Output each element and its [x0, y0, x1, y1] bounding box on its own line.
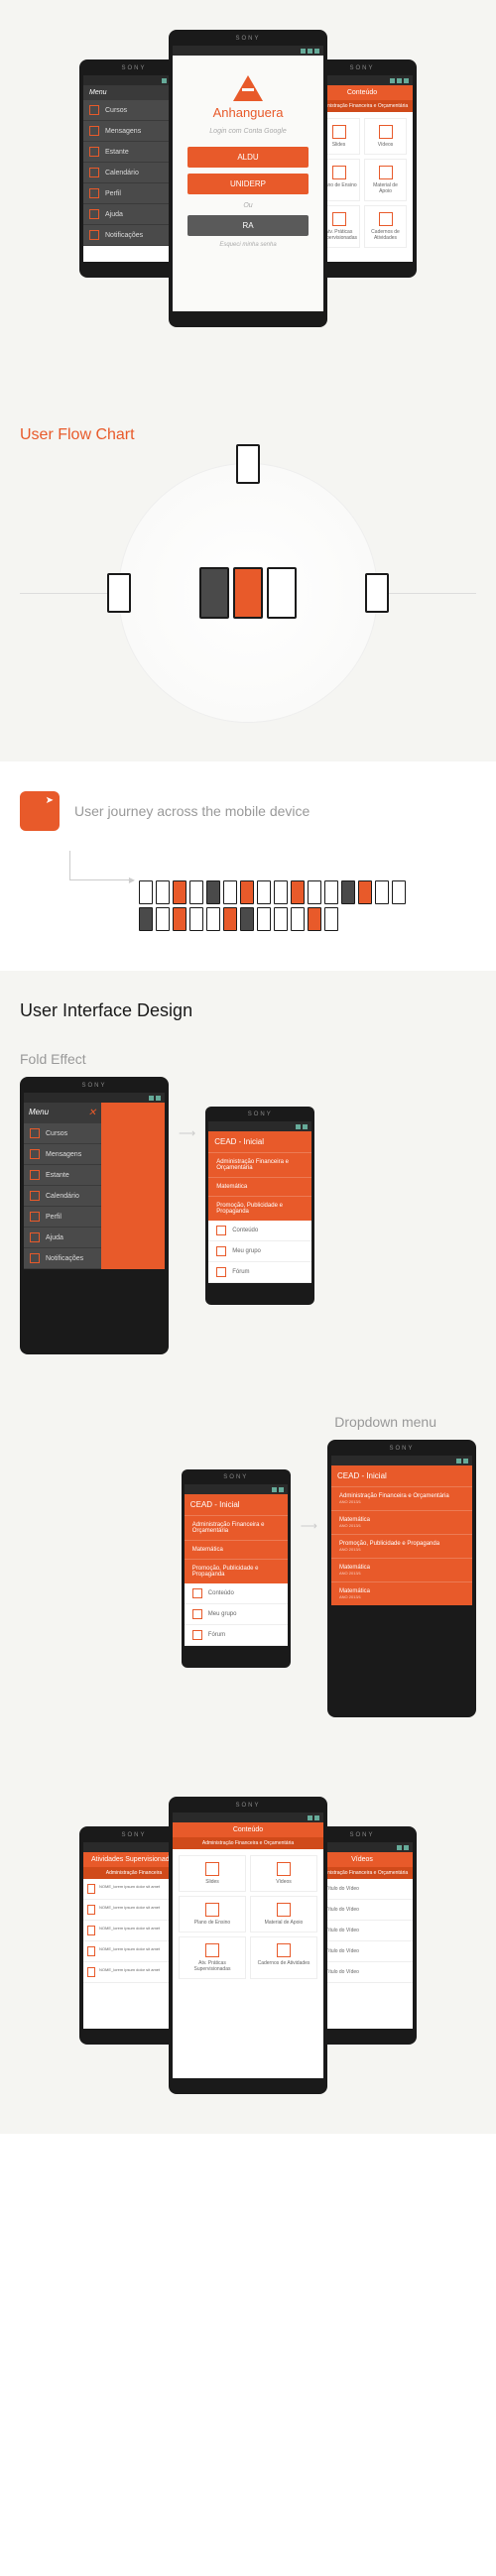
- dropdown-label: Dropdown menu: [20, 1414, 436, 1430]
- notebooks-icon: [379, 212, 393, 226]
- phone-brand: SONY: [173, 36, 323, 42]
- flow-center: [199, 567, 297, 619]
- dd-item[interactable]: MatemáticaANO 2013/1: [331, 1510, 472, 1534]
- phone-dropdown-small: SONY CEAD - Inicial Administração Financ…: [182, 1469, 291, 1668]
- white-row[interactable]: Fórum: [185, 1625, 288, 1646]
- arrow-icon: ⟶: [179, 1126, 195, 1140]
- ui-section: User Interface Design Fold Effect SONY M…: [0, 971, 496, 1777]
- videos-icon: [379, 125, 393, 139]
- ui-title: User Interface Design: [20, 1000, 476, 1021]
- help-icon: [89, 209, 99, 219]
- profile-icon: [89, 188, 99, 198]
- flow-circle: [119, 464, 377, 722]
- flow-thumb: [236, 444, 260, 484]
- dd-item[interactable]: Matemática: [185, 1540, 288, 1559]
- phone-content-center: SONY Conteúdo Administração Financeira e…: [169, 1797, 327, 2094]
- content-title: Conteúdo: [173, 1822, 323, 1837]
- tile-atv[interactable]: Atv. Práticas Supervisionadas: [179, 1936, 246, 1979]
- phone-fold-small: SONY CEAD - Inicial Administração Financ…: [205, 1107, 314, 1305]
- dd-item[interactable]: MatemáticaANO 2013/1: [331, 1558, 472, 1581]
- white-row[interactable]: Fórum: [208, 1262, 311, 1283]
- journey-title: User journey across the mobile device: [74, 802, 310, 820]
- dd-item[interactable]: Matemática: [208, 1177, 311, 1196]
- flow-section: User Flow Chart: [0, 397, 496, 761]
- tile-cadernos[interactable]: Cadernos de Atividades: [250, 1936, 317, 1979]
- doc-icon: [87, 1884, 95, 1894]
- login-ra-button[interactable]: RA: [187, 215, 309, 236]
- white-row[interactable]: Conteúdo: [208, 1221, 311, 1241]
- menu-item[interactable]: Ajuda: [24, 1228, 101, 1248]
- shelf-icon: [89, 147, 99, 157]
- menu-item[interactable]: Cursos: [24, 1123, 101, 1144]
- fold-row: SONY Menu✕ Cursos Mensagens Estante Cale…: [20, 1077, 476, 1354]
- journey-arrow: [69, 851, 129, 880]
- dd-item[interactable]: Promoção, Publicidade e Propaganda: [185, 1559, 288, 1583]
- phone-fold-large: SONY Menu✕ Cursos Mensagens Estante Cale…: [20, 1077, 169, 1354]
- dd-item[interactable]: Administração Financeira e OrçamentáriaA…: [331, 1486, 472, 1510]
- messages-icon: [89, 126, 99, 136]
- journey-thumbs: [139, 880, 417, 931]
- tile-cadernos[interactable]: Cadernos de Atividades: [364, 205, 407, 248]
- activities-icon: [332, 212, 346, 226]
- white-row[interactable]: Conteúdo: [185, 1583, 288, 1604]
- status-bar: [173, 46, 323, 56]
- hero-section: SONY Menu Cursos Mensagens Estante Calen…: [0, 0, 496, 397]
- menu-item[interactable]: Estante: [24, 1165, 101, 1186]
- menu-item[interactable]: Mensagens: [24, 1144, 101, 1165]
- white-row[interactable]: Meu grupo: [208, 1241, 311, 1262]
- courses-icon: [89, 105, 99, 115]
- flow-thumb: [107, 573, 131, 613]
- slides-icon: [332, 125, 346, 139]
- white-row[interactable]: Meu grupo: [185, 1604, 288, 1625]
- dd-item[interactable]: Administração Financeira e Orçamentária: [185, 1515, 288, 1540]
- logo-icon: [233, 75, 263, 101]
- bell-icon: [89, 230, 99, 240]
- menu-item[interactable]: Perfil: [24, 1207, 101, 1228]
- fold-label: Fold Effect: [20, 1051, 476, 1067]
- dd-item[interactable]: Promoção, Publicidade e PropagandaANO 20…: [331, 1534, 472, 1558]
- forgot-link[interactable]: Esqueci minha senha: [219, 242, 276, 248]
- or-divider: Ou: [243, 202, 252, 209]
- tile-plano[interactable]: Plano de Ensino: [179, 1896, 246, 1932]
- brand-name: Anhanguera: [213, 105, 284, 120]
- close-icon[interactable]: ✕: [88, 1108, 96, 1118]
- login-uniderp-button[interactable]: UNIDERP: [187, 174, 309, 194]
- dropdown-row: SONY CEAD - Inicial Administração Financ…: [20, 1440, 476, 1717]
- journey-section: User journey across the mobile device: [0, 761, 496, 971]
- flow-thumb: [365, 573, 389, 613]
- tile-slides[interactable]: Slides: [179, 1855, 246, 1892]
- tile-videos[interactable]: Vídeos: [364, 118, 407, 155]
- dd-item[interactable]: Promoção, Publicidade e Propaganda: [208, 1196, 311, 1221]
- bottom-section: SONY Atividades Supervisionadas Administ…: [0, 1777, 496, 2134]
- phone-login: SONY Anhanguera Login com Conta Google A…: [169, 30, 327, 327]
- dd-item[interactable]: MatemáticaANO 2013/1: [331, 1581, 472, 1605]
- material-icon: [379, 166, 393, 179]
- flow-title: User Flow Chart: [20, 426, 476, 444]
- calendar-icon: [89, 168, 99, 177]
- tile-material[interactable]: Material de Apoio: [250, 1896, 317, 1932]
- journey-icon: [20, 791, 60, 831]
- menu-item[interactable]: Notificações: [24, 1248, 101, 1269]
- tile-videos[interactable]: Vídeos: [250, 1855, 317, 1892]
- login-aldu-button[interactable]: ALDU: [187, 147, 309, 168]
- plan-icon: [332, 166, 346, 179]
- menu-item[interactable]: Calendário: [24, 1186, 101, 1207]
- arrow-icon: ⟶: [301, 1519, 317, 1533]
- tile-material[interactable]: Material de Apoio: [364, 159, 407, 201]
- dd-item[interactable]: Administração Financeira e Orçamentária: [208, 1152, 311, 1177]
- login-subtitle: Login com Conta Google: [209, 128, 286, 135]
- phone-dropdown-large: SONY CEAD - Inicial Administração Financ…: [327, 1440, 476, 1717]
